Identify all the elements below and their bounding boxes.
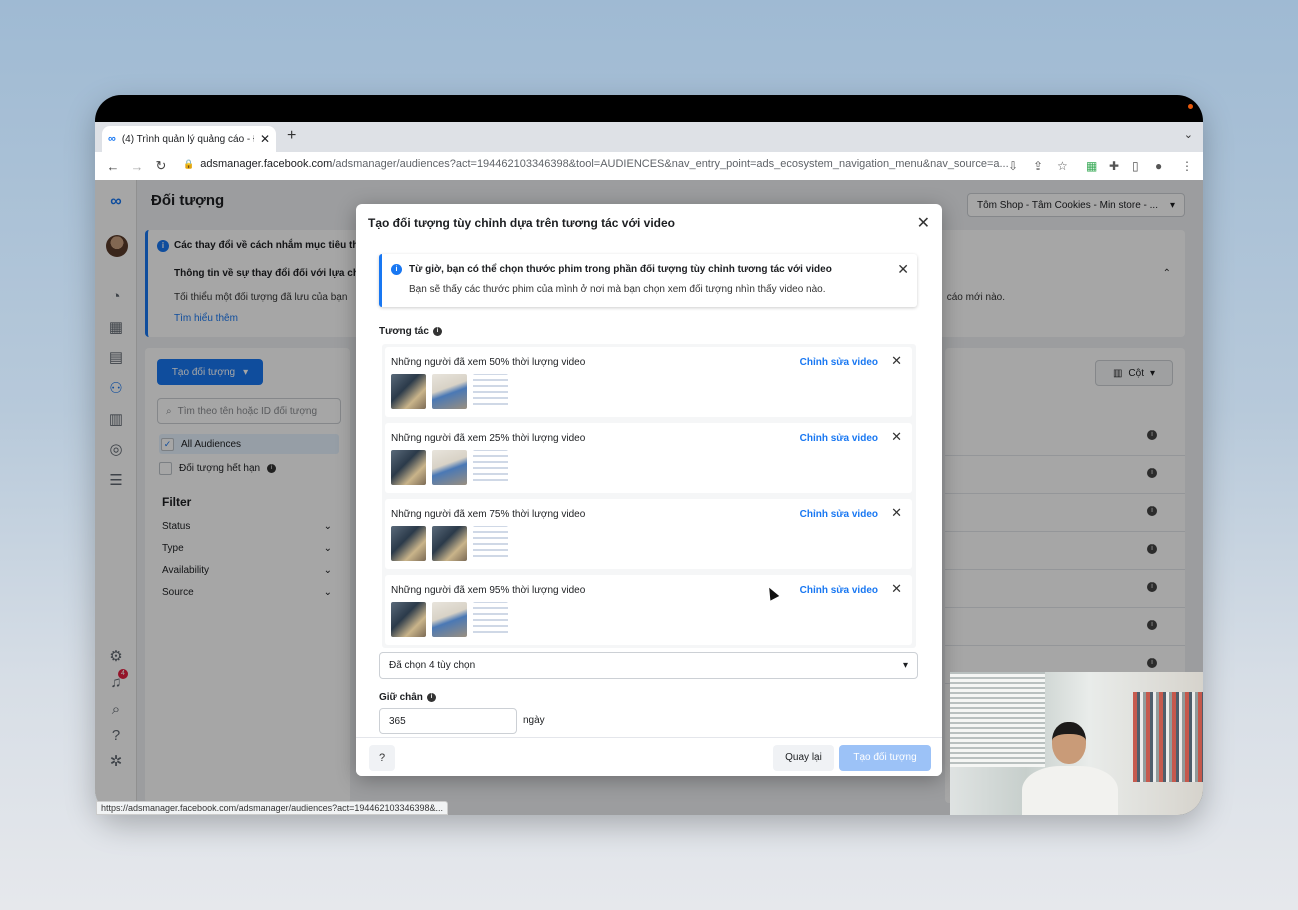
url-host: adsmanager.facebook.com — [200, 158, 333, 170]
tab-menu-chevron-icon[interactable]: ⌄ — [1184, 128, 1193, 141]
video-thumbnail — [432, 450, 467, 485]
close-tab-icon[interactable]: ✕ — [260, 132, 270, 146]
close-icon[interactable]: ✕ — [891, 581, 902, 597]
edit-video-link[interactable]: Chỉnh sửa video — [800, 433, 878, 444]
bookshelf — [1133, 692, 1203, 782]
info-icon: i — [432, 327, 442, 336]
video-thumbnail — [432, 602, 467, 637]
close-icon[interactable]: ✕ — [891, 429, 902, 445]
close-icon[interactable]: ✕ — [891, 505, 902, 521]
info-banner-body: Bạn sẽ thấy các thước phim của mình ở nơ… — [409, 284, 826, 295]
back-arrow-icon[interactable]: ← — [101, 159, 125, 174]
video-thumbnail — [473, 602, 508, 637]
create-audience-button[interactable]: Tạo đối tượng — [839, 745, 931, 771]
install-icon[interactable]: ⇩ — [1008, 159, 1018, 173]
video-thumbnail — [391, 374, 426, 409]
video-thumbnail — [432, 374, 467, 409]
close-icon[interactable]: ✕ — [891, 353, 902, 369]
reels-info-banner: i Từ giờ, bạn có thể chọn thước phim tro… — [379, 254, 917, 307]
engagement-text: Những người đã xem 50% thời lượng video — [391, 357, 586, 368]
info-icon: i — [391, 264, 402, 275]
engagement-label: Tương tác i — [379, 326, 442, 337]
help-icon[interactable]: ? — [369, 745, 395, 771]
video-thumbnail — [473, 526, 508, 561]
presenter — [1018, 722, 1118, 815]
lock-icon: 🔒 — [183, 159, 195, 169]
edit-video-link[interactable]: Chỉnh sửa video — [800, 509, 878, 520]
url-field[interactable]: 🔒 adsmanager.facebook.com/adsmanager/audi… — [183, 158, 1009, 170]
camera-indicator — [1188, 104, 1193, 109]
new-tab-button[interactable]: + — [287, 127, 296, 145]
engagement-text: Những người đã xem 25% thời lượng video — [391, 433, 586, 444]
extensions-icon[interactable]: ✚ — [1109, 159, 1119, 173]
caret-down-icon: ▾ — [902, 660, 908, 671]
retention-label: Giữ chân i — [379, 692, 436, 703]
forward-arrow-icon[interactable]: → — [125, 159, 149, 174]
video-engagement-audience-dialog: Tạo đối tượng tùy chỉnh dựa trên tương t… — [356, 204, 942, 776]
video-thumbnail — [473, 450, 508, 485]
engagement-text: Những người đã xem 75% thời lượng video — [391, 509, 586, 520]
browser-menu-icon[interactable]: ⋮ — [1181, 159, 1193, 173]
retention-unit: ngày — [523, 715, 545, 726]
address-bar: ← → ↻ 🔒 adsmanager.facebook.com/adsmanage… — [95, 152, 1203, 180]
back-button[interactable]: Quay lại — [773, 745, 834, 771]
retention-days-input[interactable]: 365 — [379, 708, 517, 734]
video-thumbnail — [473, 374, 508, 409]
share-icon[interactable]: ⇪ — [1033, 159, 1043, 173]
presenter-torso — [1022, 766, 1118, 815]
video-thumbnail — [391, 602, 426, 637]
webcam-overlay — [950, 672, 1203, 815]
video-thumbnail — [391, 526, 426, 561]
video-thumbnail — [432, 526, 467, 561]
profile-icon[interactable]: ● — [1155, 159, 1162, 173]
info-icon: i — [426, 693, 436, 702]
video-thumbnail — [391, 450, 426, 485]
engagement-list: Những người đã xem 50% thời lượng video … — [382, 344, 916, 648]
meta-logo-icon: ∞ — [108, 133, 116, 145]
bookmark-star-icon[interactable]: ☆ — [1057, 159, 1068, 173]
tab-title: (4) Trình quản lý quảng cáo - Đ — [121, 133, 254, 145]
sidepanel-icon[interactable]: ▯ — [1132, 159, 1139, 173]
retention-days-value: 365 — [389, 715, 406, 727]
dialog-title: Tạo đối tượng tùy chỉnh dựa trên tương t… — [368, 216, 676, 230]
engagement-option: Những người đã xem 25% thời lượng video … — [385, 423, 912, 493]
edit-video-link[interactable]: Chỉnh sửa video — [800, 357, 878, 368]
retention-label-text: Giữ chân — [379, 692, 423, 703]
browser-tabbar: ∞ (4) Trình quản lý quảng cáo - Đ ✕ + ⌄ — [95, 122, 1203, 152]
engagement-option: Những người đã xem 50% thời lượng video … — [385, 347, 912, 417]
browser-tab[interactable]: ∞ (4) Trình quản lý quảng cáo - Đ ✕ — [102, 126, 276, 152]
close-icon[interactable]: ✕ — [917, 213, 930, 233]
reload-icon[interactable]: ↻ — [149, 158, 173, 174]
engagement-option: Những người đã xem 95% thời lượng video … — [385, 575, 912, 645]
status-url: https://adsmanager.facebook.com/adsmanag… — [96, 801, 448, 815]
engagement-option: Những người đã xem 75% thời lượng video … — [385, 499, 912, 569]
engagement-text: Những người đã xem 95% thời lượng video — [391, 585, 586, 596]
sheets-extension-icon[interactable]: ▦ — [1086, 159, 1097, 173]
edit-video-link[interactable]: Chỉnh sửa video — [800, 585, 878, 596]
engagement-select[interactable]: Đã chọn 4 tùy chọn ▾ — [379, 652, 918, 679]
info-banner-title: Từ giờ, bạn có thể chọn thước phim trong… — [409, 264, 832, 275]
close-icon[interactable]: ✕ — [897, 261, 909, 278]
engagement-label-text: Tương tác — [379, 326, 429, 337]
presenter-head — [1052, 722, 1086, 764]
engagement-select-value: Đã chọn 4 tùy chọn — [389, 660, 476, 671]
url-path: /adsmanager/audiences?act=19446210334639… — [332, 158, 1009, 170]
dialog-footer: ? Quay lại Tạo đối tượng — [356, 737, 942, 776]
